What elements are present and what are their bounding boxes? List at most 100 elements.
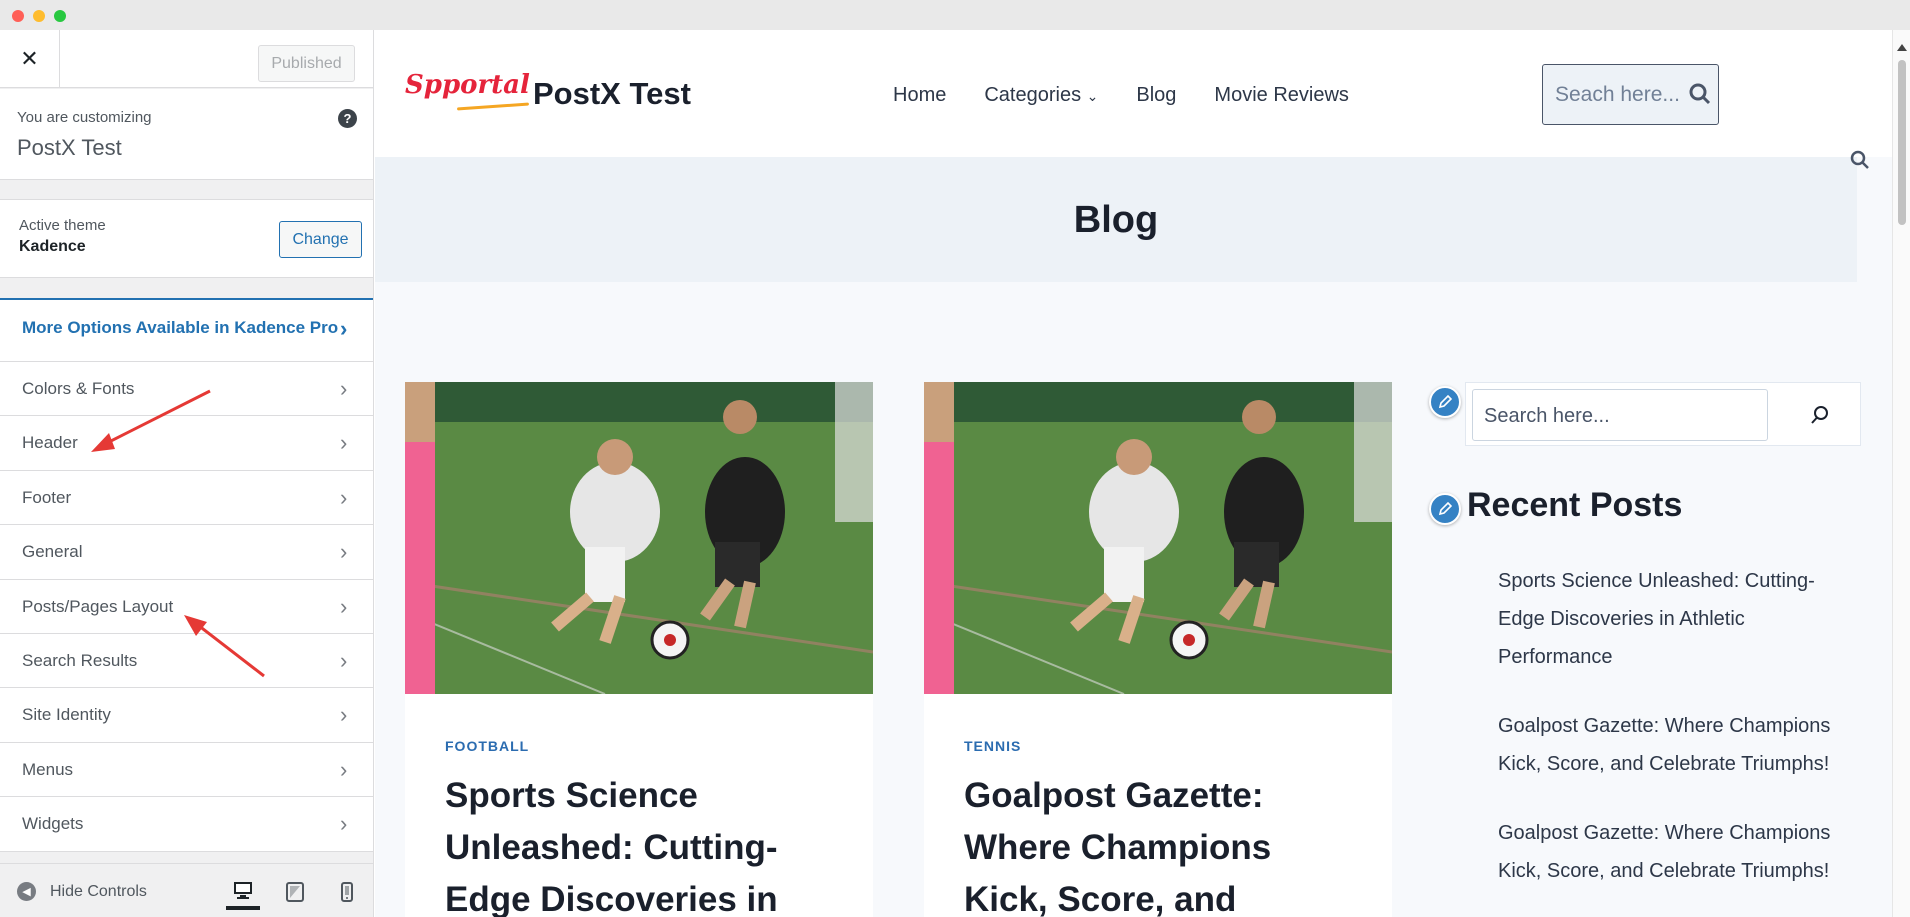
chevron-right-icon: › xyxy=(340,430,348,456)
post-card[interactable]: TENNIS Goalpost Gazette: Where Champions… xyxy=(924,382,1392,917)
post-title[interactable]: Sports Science Unleashed: Cutting-Edge D… xyxy=(445,770,845,917)
nav-movie-reviews[interactable]: Movie Reviews xyxy=(1214,84,1348,107)
section-label: Menus xyxy=(22,759,74,779)
sidebar-search-placeholder: Search here... xyxy=(1484,405,1610,427)
post-category[interactable]: TENNIS xyxy=(964,738,1021,754)
section-widgets[interactable]: Widgets › xyxy=(0,797,373,852)
recent-post-link[interactable]: Goalpost Gazette: Where Champions Kick, … xyxy=(1498,814,1858,890)
search-icon[interactable] xyxy=(1688,82,1712,106)
customizer-sections: Colors & Fonts › Header › Footer › General ›… xyxy=(0,362,373,852)
window-titlebar xyxy=(0,0,1910,30)
site-preview: Spportal PostX Test Home Categories ⌄ Bl… xyxy=(375,30,1892,917)
maximize-window-icon[interactable] xyxy=(54,10,66,22)
section-menus[interactable]: Menus › xyxy=(0,742,373,798)
edit-widget-pencil-icon[interactable] xyxy=(1429,493,1461,525)
published-button[interactable]: Published xyxy=(258,45,355,82)
help-icon[interactable]: ? xyxy=(338,109,357,128)
header-search-input[interactable]: Seach here... xyxy=(1542,64,1719,125)
desktop-icon xyxy=(234,882,252,899)
chevron-right-icon: › xyxy=(340,702,348,728)
active-theme-label: Active theme xyxy=(19,217,106,234)
section-general[interactable]: General › xyxy=(0,525,373,580)
chevron-right-icon: › xyxy=(340,647,348,673)
section-colors-fonts[interactable]: Colors & Fonts › xyxy=(0,362,373,417)
active-theme-name: Kadence xyxy=(19,238,86,255)
section-label: Header xyxy=(22,433,78,453)
page-title-band: Blog xyxy=(375,157,1857,282)
preview-scrollbar[interactable] xyxy=(1892,30,1910,917)
chevron-right-icon: › xyxy=(340,539,348,565)
customizing-label: You are customizing xyxy=(17,109,152,126)
customizer-header: ✕ Published xyxy=(0,30,373,88)
sidebar-search-widget: Search here... xyxy=(1465,382,1861,446)
recent-posts-list: Sports Science Unleashed: Cutting-Edge D… xyxy=(1498,562,1858,917)
site-logo[interactable]: Spportal xyxy=(405,70,530,100)
post-category[interactable]: FOOTBALL xyxy=(445,738,529,754)
section-label: Posts/Pages Layout xyxy=(22,596,174,616)
sidebar-search-input[interactable]: Search here... xyxy=(1472,389,1768,441)
scroll-up-arrow-icon[interactable] xyxy=(1897,44,1907,51)
customizer-footer: ◀ Hide Controls xyxy=(0,863,373,917)
post-card[interactable]: FOOTBALL Sports Science Unleashed: Cutti… xyxy=(405,382,873,917)
active-theme-section: Active theme Kadence Change xyxy=(0,199,373,278)
mobile-icon xyxy=(341,882,353,902)
browser-window: ✕ Published You are customizing PostX Te… xyxy=(0,0,1910,917)
site-header: Spportal PostX Test Home Categories ⌄ Bl… xyxy=(375,30,1892,157)
desktop-preview-button[interactable] xyxy=(226,874,260,910)
close-icon: ✕ xyxy=(20,46,39,72)
section-header[interactable]: Header › xyxy=(0,416,373,471)
post-title[interactable]: Goalpost Gazette: Where Champions Kick, … xyxy=(964,770,1364,917)
section-label: General xyxy=(22,542,83,562)
section-label: Colors & Fonts xyxy=(22,379,135,398)
post-thumbnail[interactable] xyxy=(924,382,1392,694)
recent-post-link[interactable]: Sports Science Unleashed: Cutting-Edge D… xyxy=(1498,562,1858,676)
hide-controls-button[interactable]: Hide Controls xyxy=(50,883,147,901)
recent-posts-title: Recent Posts xyxy=(1467,486,1683,524)
section-site-identity[interactable]: Site Identity › xyxy=(0,688,373,743)
chevron-right-icon: › xyxy=(340,811,348,837)
customizing-site-title: PostX Test xyxy=(17,135,122,160)
recent-post-link[interactable]: Goalpost Gazette: Where Champions Kick, … xyxy=(1498,707,1858,783)
section-label: Site Identity xyxy=(22,705,111,725)
chevron-right-icon: › xyxy=(340,593,348,619)
nav-categories[interactable]: Categories ⌄ xyxy=(984,84,1098,107)
chevron-right-icon: › xyxy=(340,756,348,782)
primary-nav: Home Categories ⌄ Blog Movie Reviews xyxy=(893,84,1387,107)
close-customizer-button[interactable]: ✕ xyxy=(0,30,60,88)
kadence-pro-label: More Options Available in Kadence Pro xyxy=(22,318,339,337)
section-posts-pages-layout[interactable]: Posts/Pages Layout › xyxy=(0,579,373,634)
chevron-down-icon: ⌄ xyxy=(1086,89,1099,105)
scrollbar-thumb[interactable] xyxy=(1898,60,1906,225)
tablet-icon xyxy=(286,882,304,902)
post-thumbnail[interactable] xyxy=(405,382,873,694)
section-label: Widgets xyxy=(22,814,84,834)
change-theme-button[interactable]: Change xyxy=(279,221,362,258)
search-icon[interactable] xyxy=(1850,150,1870,170)
customizing-info: You are customizing PostX Test ? xyxy=(0,89,373,180)
kadence-pro-link[interactable]: More Options Available in Kadence Pro › xyxy=(0,298,373,362)
section-footer[interactable]: Footer › xyxy=(0,470,373,526)
logo-swoosh xyxy=(456,102,530,111)
customizer-sidebar: ✕ Published You are customizing PostX Te… xyxy=(0,30,374,917)
close-window-icon[interactable] xyxy=(12,10,24,22)
page-title: Blog xyxy=(1073,199,1159,241)
chevron-right-icon: › xyxy=(340,484,348,510)
pencil-icon xyxy=(1438,395,1452,409)
nav-categories-label: Categories xyxy=(984,84,1082,106)
edit-widget-pencil-icon[interactable] xyxy=(1429,386,1461,418)
chevron-right-icon: › xyxy=(340,316,348,341)
mobile-preview-button[interactable] xyxy=(330,874,364,910)
section-search-results[interactable]: Search Results › xyxy=(0,633,373,689)
nav-home[interactable]: Home xyxy=(893,84,946,107)
minimize-window-icon[interactable] xyxy=(33,10,45,22)
section-label: Footer xyxy=(22,487,72,507)
tablet-preview-button[interactable] xyxy=(278,874,312,910)
search-icon[interactable] xyxy=(1810,405,1830,425)
header-search-placeholder: Seach here... xyxy=(1555,83,1680,106)
site-title[interactable]: PostX Test xyxy=(533,76,691,112)
nav-blog[interactable]: Blog xyxy=(1136,84,1176,107)
section-label: Search Results xyxy=(22,650,138,670)
chevron-right-icon: › xyxy=(340,376,348,401)
hide-controls-icon[interactable]: ◀ xyxy=(17,882,36,901)
pencil-icon xyxy=(1438,502,1452,516)
